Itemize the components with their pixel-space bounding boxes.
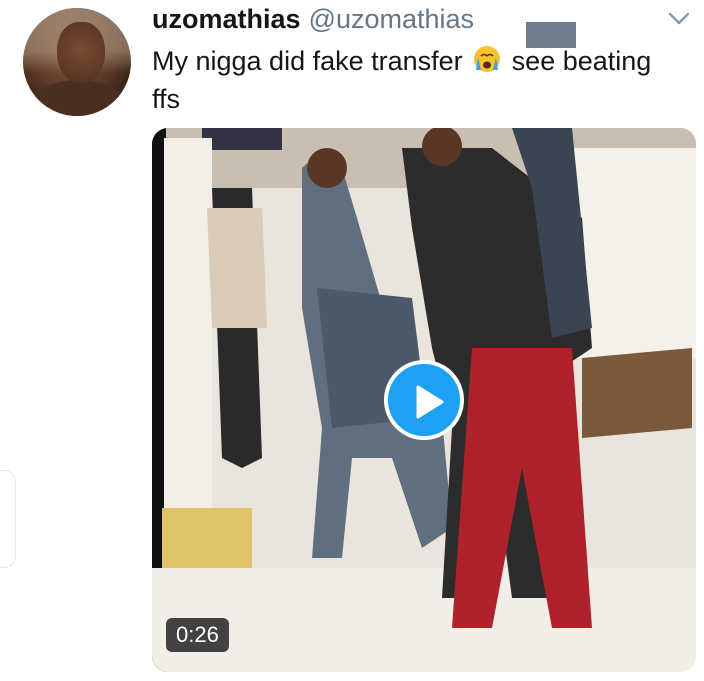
left-card-edge bbox=[0, 470, 16, 568]
chevron-down-icon[interactable] bbox=[668, 12, 690, 26]
play-icon bbox=[416, 385, 444, 419]
crying-emoji-icon bbox=[474, 46, 501, 72]
video-duration: 0:26 bbox=[166, 618, 229, 652]
display-name[interactable]: uzomathias bbox=[152, 4, 301, 35]
user-handle[interactable]: @uzomathias bbox=[309, 4, 474, 35]
tweet-text-part-1: My nigga did fake transfer bbox=[152, 46, 471, 76]
tweet-header: uzomathias @uzomathias bbox=[152, 4, 704, 38]
tweet-text: My nigga did fake transfer see beating f… bbox=[152, 42, 672, 118]
play-button[interactable] bbox=[384, 360, 464, 440]
video-player[interactable]: 0:26 bbox=[152, 128, 696, 672]
avatar[interactable] bbox=[23, 8, 131, 116]
